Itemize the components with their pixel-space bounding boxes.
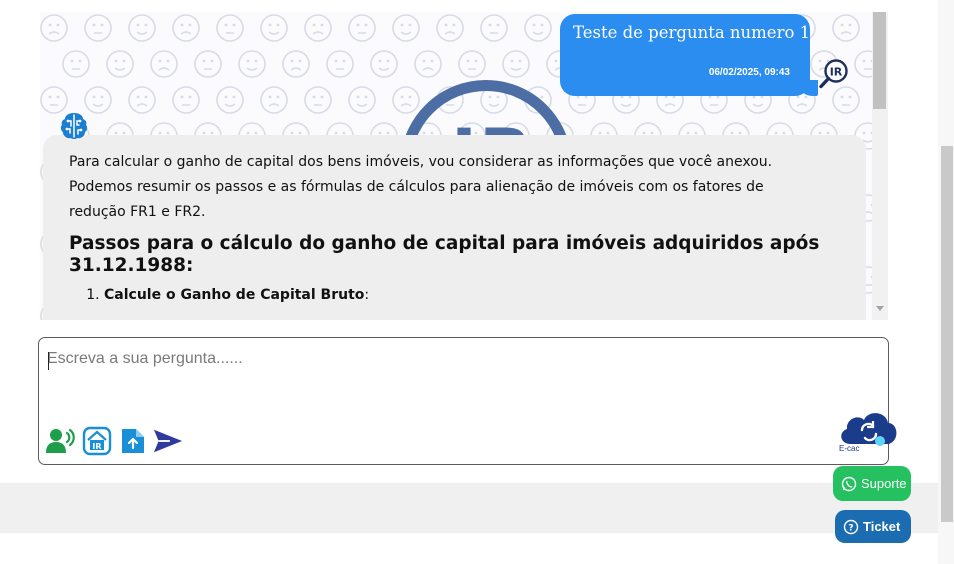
svg-text:?: ? <box>848 523 853 533</box>
ticket-button[interactable]: ? Ticket <box>835 510 911 543</box>
ir-document-icon[interactable]: IR <box>82 426 112 456</box>
suporte-button[interactable]: Suporte <box>833 466 911 501</box>
user-message-timestamp: 06/02/2025, 09:43 <box>708 67 790 78</box>
chat-scroll-down-arrow[interactable] <box>876 306 884 311</box>
user-message-bubble: Teste de pergunta numero 1 06/02/2025, 0… <box>560 14 810 96</box>
bot-message-steps-list: Calcule o Ganho de Capital Bruto: <box>104 287 849 303</box>
list-item-suffix: : <box>364 287 370 303</box>
question-circle-icon: ? <box>843 519 859 534</box>
text-cursor <box>48 352 49 370</box>
e-cac-label[interactable]: E-cac <box>839 444 859 453</box>
ir-magnifier-icon: IR <box>819 59 848 89</box>
footer-strip <box>0 533 938 564</box>
suporte-label: Suporte <box>861 476 907 491</box>
voice-speaker-icon[interactable] <box>45 426 75 456</box>
list-item: Calcule o Ganho de Capital Bruto: <box>104 287 849 303</box>
brain-circuit-icon <box>60 113 88 139</box>
send-icon[interactable] <box>153 426 183 456</box>
user-message-text: Teste de pergunta numero 1 <box>573 23 811 42</box>
chat-messages: Teste de pergunta numero 1 06/02/2025, 0… <box>40 12 872 320</box>
question-input[interactable] <box>47 350 827 410</box>
page-scrollbar-thumb[interactable] <box>941 146 953 522</box>
whatsapp-icon <box>841 476 857 491</box>
chat-scrollbar-thumb[interactable] <box>873 12 886 109</box>
file-upload-icon[interactable] <box>118 426 148 456</box>
svg-text:IR: IR <box>92 442 101 451</box>
bot-message-heading: Passos para o cálculo do ganho de capita… <box>69 233 820 276</box>
bot-message-paragraph: Podemos resumir os passos e as fórmulas … <box>69 179 764 195</box>
list-item-bold-text: Calcule o Ganho de Capital Bruto <box>104 287 365 303</box>
bot-message-paragraph: Para calcular o ganho de capital dos ben… <box>69 154 773 170</box>
ticket-label: Ticket <box>863 519 901 534</box>
bot-message-paragraph: redução FR1 e FR2. <box>69 204 206 220</box>
bot-message-content: Para calcular o ganho de capital dos ben… <box>69 150 849 303</box>
svg-text:IR: IR <box>830 66 843 79</box>
